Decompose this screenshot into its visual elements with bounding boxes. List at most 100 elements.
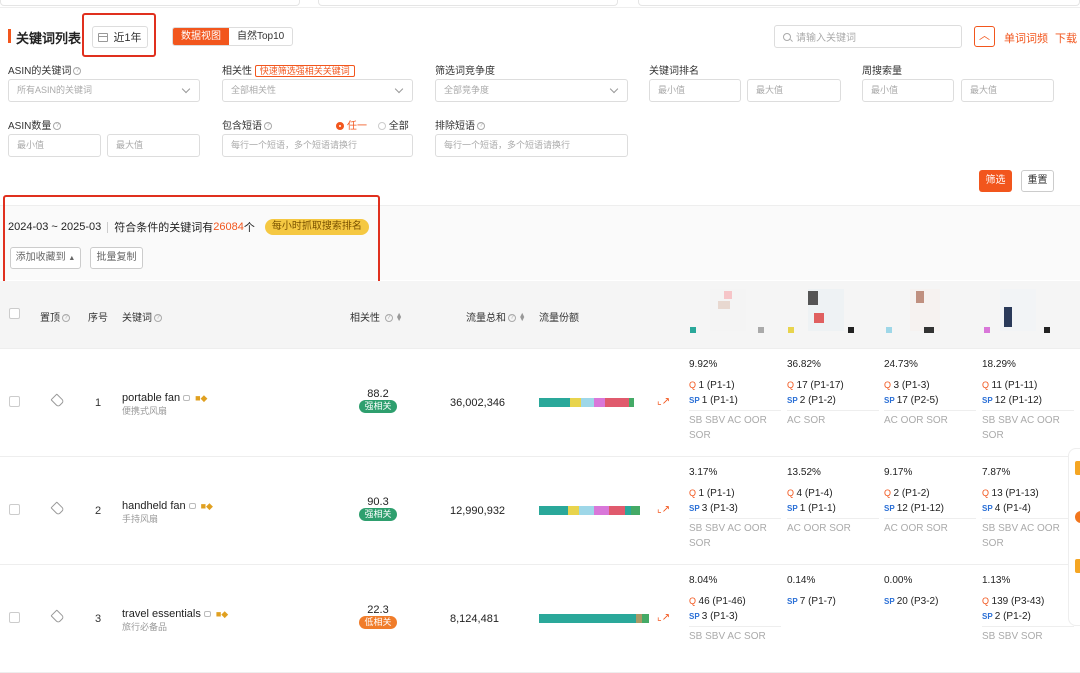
keyword-search-input[interactable]: 请输入关键词 — [774, 25, 962, 48]
search-icon: Q — [884, 488, 894, 498]
rank-min-input[interactable]: 最小值 — [649, 79, 741, 102]
asin-keyword-select[interactable]: 所有ASIN的关键词 — [8, 79, 200, 102]
highlight-box-summary — [3, 195, 380, 284]
exclude-phrase-input[interactable]: 每行一个短语，多个短语请换行 — [435, 134, 628, 157]
row-checkbox[interactable] — [9, 612, 20, 623]
sp-label: SP — [884, 597, 897, 606]
placement-types: SB SBV AC OOR SOR — [689, 523, 767, 549]
date-range-button[interactable]: 近1年 — [92, 26, 148, 48]
help-icon: ? — [384, 314, 393, 323]
divider — [982, 410, 1074, 411]
collapse-button[interactable]: ︿ — [974, 26, 995, 47]
reset-button[interactable]: 重置 — [1021, 170, 1054, 192]
share-percent: 0.00% — [884, 575, 913, 586]
relevance-select[interactable]: 全部相关性 — [222, 79, 413, 102]
radio-all[interactable]: 全部 — [377, 121, 409, 132]
sp-label: SP — [689, 396, 702, 405]
sp-label: SP — [982, 396, 995, 405]
traffic-total: 12,990,932 — [450, 505, 506, 517]
row-checkbox[interactable] — [9, 396, 20, 407]
competition-select[interactable]: 全部竞争度 — [435, 79, 628, 102]
trend-chart-icon[interactable]: ⌞↗ — [657, 396, 670, 407]
trend-chart-icon[interactable]: ⌞↗ — [657, 612, 670, 623]
help-icon: ? — [264, 122, 272, 131]
trend-chart-icon[interactable]: ⌞↗ — [657, 504, 670, 515]
date-range-text: 2024-03 ~ 2025-03 — [8, 221, 102, 233]
sp-label: SP — [787, 396, 800, 405]
product-image — [848, 327, 854, 333]
traffic-share-bar — [539, 398, 649, 407]
tool-icon[interactable] — [1075, 559, 1080, 573]
share-percent: 3.17% — [689, 467, 718, 478]
rank-max-input[interactable]: 最大值 — [747, 79, 841, 102]
keyword-text[interactable]: handheld fan — [122, 500, 186, 512]
ranking-cell: 8.04% Q 46 (P1-46) SP 3 (P1-3) SB SBV AC… — [689, 573, 781, 644]
sp-rank: SP 2 (P1-2) — [982, 611, 1031, 622]
placement-types: AC OOR SOR — [787, 523, 851, 534]
comment-icon[interactable] — [188, 503, 196, 510]
relevance-cell: 88.2 强相关 — [357, 388, 399, 413]
select-all-checkbox[interactable] — [9, 308, 20, 319]
product-image — [724, 291, 732, 299]
floating-side-panel[interactable] — [1068, 448, 1080, 626]
organic-rank: Q 46 (P1-46) — [689, 596, 746, 607]
product-thumbnails — [688, 287, 1080, 337]
keyword-text[interactable]: travel essentials — [122, 608, 201, 620]
keyword-translation: 便携式风扇 — [122, 406, 168, 416]
comment-icon[interactable] — [183, 395, 191, 402]
tool-icon[interactable] — [1075, 461, 1080, 475]
search-icon: Q — [689, 380, 699, 390]
row-checkbox[interactable] — [9, 504, 20, 515]
tool-icon[interactable] — [1075, 511, 1080, 523]
filter-button[interactable]: 筛选 — [979, 170, 1012, 192]
add-to-favorites-button[interactable]: 添加收藏到 ▲ — [10, 247, 81, 269]
include-phrase-input[interactable]: 每行一个短语，多个短语请换行 — [222, 134, 413, 157]
batch-copy-button[interactable]: 批量复制 — [90, 247, 143, 269]
share-percent: 18.29% — [982, 359, 1016, 370]
share-segment — [580, 398, 594, 407]
sp-label: SP — [884, 396, 897, 405]
radio-any[interactable]: 任一 — [336, 121, 367, 132]
hourly-crawl-badge: 每小时抓取搜索排名 — [264, 219, 369, 235]
page-title: 关键词列表 — [16, 31, 82, 46]
share-segment — [604, 398, 621, 407]
placement-types: SB SBV SOR — [982, 631, 1043, 642]
share-percent: 7.87% — [982, 467, 1011, 478]
keyword-text[interactable]: portable fan — [122, 392, 180, 404]
asin-count-min-input[interactable]: 最小值 — [8, 134, 101, 157]
calendar-icon — [98, 32, 109, 42]
asin-count-max-input[interactable]: 最大值 — [107, 134, 200, 157]
download-link[interactable]: 下载 — [1055, 30, 1077, 46]
col-traffic[interactable]: 流量总和? ▲ ▼ — [466, 309, 526, 324]
divider — [787, 410, 879, 411]
product-image — [814, 313, 824, 323]
word-frequency-link[interactable]: 单词词频 — [1004, 30, 1048, 46]
relevance-score: 22.3 — [367, 604, 389, 616]
relevance-badge: 强相关 — [359, 508, 397, 521]
placement-types: AC SOR — [787, 415, 826, 426]
help-icon: ? — [53, 122, 62, 131]
organic-rank: Q 139 (P3-43) — [982, 596, 1045, 607]
quick-filter-strong-tag[interactable]: 快速筛选强相关关键词 — [254, 65, 355, 77]
weekly-max-input[interactable]: 最大值 — [961, 79, 1054, 102]
help-icon: ? — [73, 67, 82, 76]
sort-icon: ▲ ▼ — [518, 312, 526, 324]
keyword-count: 26084 — [213, 221, 244, 233]
asin-count-label: ASIN数量? — [8, 117, 62, 132]
keyword-cell: portable fan ■◆ 便携式风扇 — [122, 392, 207, 417]
share-segment — [629, 398, 634, 407]
radio-unchecked-icon — [377, 122, 386, 131]
ranking-cell: 9.92% Q 1 (P1-1) SP 1 (P1-1) SB SBV AC O… — [689, 357, 781, 443]
relevance-label: 相关性 快速筛选强相关关键词 — [222, 62, 355, 77]
divider — [689, 410, 781, 411]
placement-types: AC OOR SOR — [884, 523, 948, 534]
comment-icon[interactable] — [203, 611, 211, 618]
tab-natural-top10[interactable]: 自然Top10 — [229, 28, 292, 45]
organic-rank: Q 11 (P1-11) — [982, 380, 1038, 391]
tab-data-view[interactable]: 数据视图 — [173, 28, 229, 45]
col-relevance[interactable]: 相关性 ? ▲ ▼ — [350, 309, 403, 324]
share-percent: 0.14% — [787, 575, 816, 586]
weekly-min-input[interactable]: 最小值 — [862, 79, 954, 102]
product-image — [1004, 307, 1012, 327]
row-index: 3 — [95, 613, 102, 625]
